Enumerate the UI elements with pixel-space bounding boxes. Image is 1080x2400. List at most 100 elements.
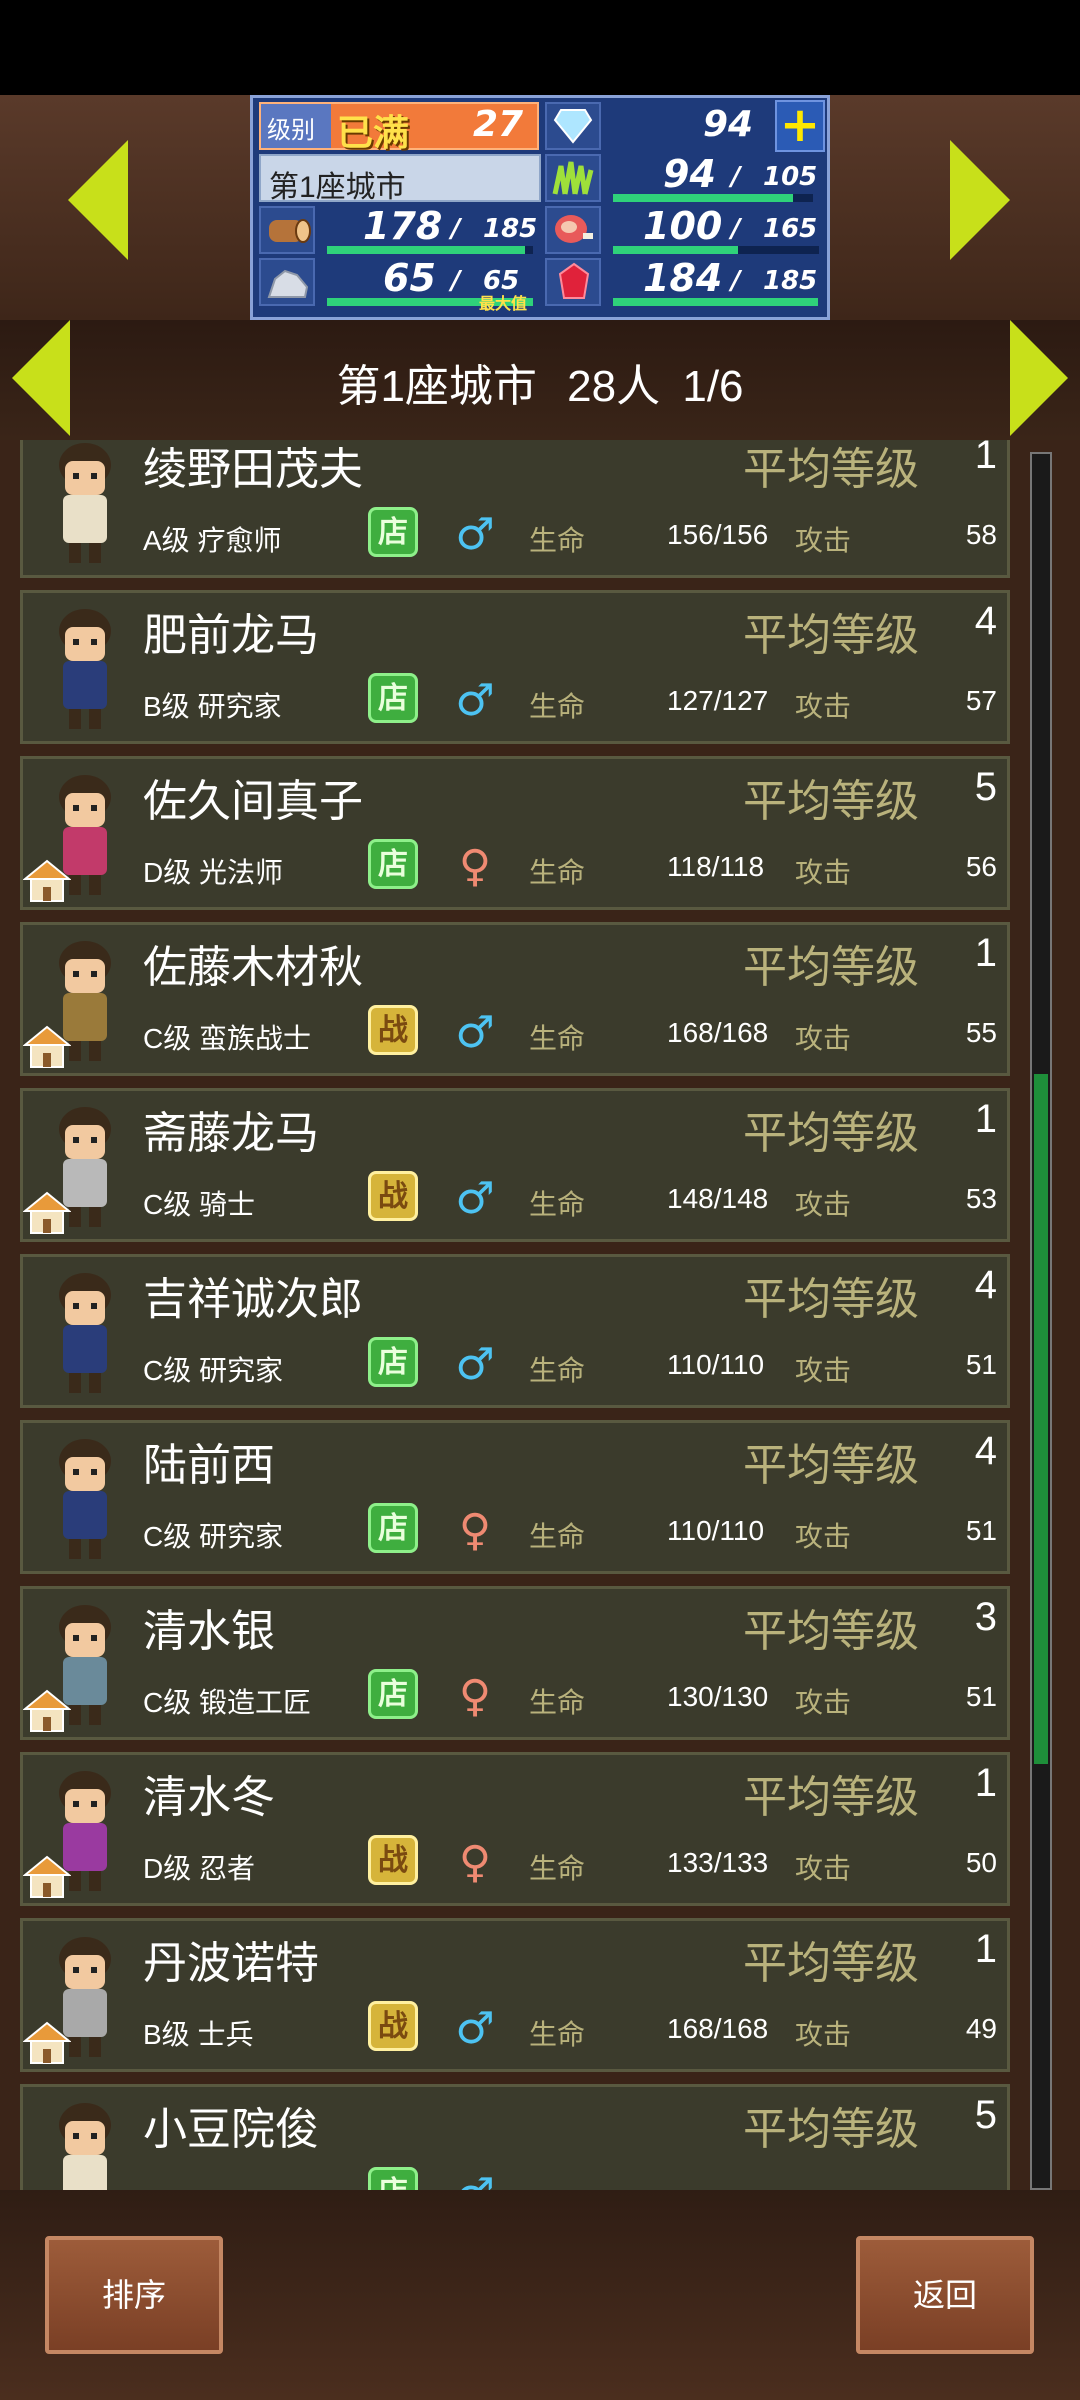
attack-value: 55 bbox=[965, 1017, 997, 1048]
home-icon bbox=[22, 859, 72, 903]
hp-label: 生命 bbox=[529, 1023, 586, 1054]
resident-name: 绫野田茂夫 bbox=[143, 445, 363, 494]
hp-value: 148/148 bbox=[667, 1183, 769, 1214]
attack-value: 56 bbox=[965, 851, 997, 882]
male-icon: ♂ bbox=[455, 2003, 495, 2054]
male-icon: ♂ bbox=[455, 1339, 495, 1390]
resident-level: 1 bbox=[974, 931, 997, 975]
male-icon: ♂ bbox=[455, 2167, 495, 2190]
hp-value: 127/127 bbox=[667, 685, 769, 716]
battle-badge: 战 bbox=[368, 1005, 418, 1055]
resident-level: 5 bbox=[974, 765, 997, 809]
hp-value: 156/156 bbox=[667, 519, 769, 550]
shop-badge: 店 bbox=[368, 839, 418, 889]
character-avatar bbox=[35, 440, 135, 571]
resident-class: D级 忍者 bbox=[143, 1853, 256, 1884]
hp-label: 生命 bbox=[529, 857, 586, 888]
gem-count: 94 bbox=[703, 104, 754, 145]
meat-icon bbox=[555, 215, 593, 243]
hp-value: 110/110 bbox=[667, 1349, 765, 1380]
resident-name: 吉祥诚次郎 bbox=[143, 1275, 363, 1324]
wood-icon-box bbox=[259, 206, 315, 254]
resident-name: 肥前龙马 bbox=[143, 611, 319, 660]
character-avatar bbox=[35, 2095, 135, 2190]
stone-current: 65 bbox=[383, 256, 436, 300]
back-button[interactable]: 返回 bbox=[856, 2236, 1034, 2354]
resident-class: D级 光法师 bbox=[143, 857, 284, 888]
hp-value: 133/133 bbox=[667, 1847, 769, 1878]
resident-row[interactable]: 斋藤龙马 平均等级 1 C级 骑士 战 ♂ 生命 148/148 攻击 53 bbox=[20, 1088, 1010, 1242]
grass-icon bbox=[552, 161, 594, 195]
shop-badge: 店 bbox=[368, 1337, 418, 1387]
character-avatar bbox=[35, 1431, 135, 1567]
attack-label: 攻击 bbox=[795, 1521, 852, 1552]
scrollbar-thumb[interactable] bbox=[1034, 1074, 1048, 1764]
shop-badge: 店 bbox=[368, 1503, 418, 1553]
resident-row[interactable]: 丹波诺特 平均等级 1 B级 士兵 战 ♂ 生命 168/168 攻击 49 bbox=[20, 1918, 1010, 2072]
prev-city-arrow-icon[interactable] bbox=[68, 140, 128, 260]
resident-level: 5 bbox=[974, 2093, 997, 2137]
avg-level-label: 平均等级 bbox=[743, 777, 919, 826]
resident-row[interactable]: 小豆院俊 平均等级 5 店 ♂ bbox=[20, 2084, 1010, 2190]
male-icon: ♂ bbox=[455, 1007, 495, 1058]
buy-gem-button[interactable]: + bbox=[775, 100, 825, 152]
character-avatar bbox=[35, 1265, 135, 1401]
avg-level-label: 平均等级 bbox=[743, 1939, 919, 1988]
home-icon bbox=[22, 1191, 72, 1235]
resident-name: 陆前西 bbox=[143, 1441, 275, 1490]
scrollbar[interactable] bbox=[1030, 452, 1052, 2190]
hp-label: 生命 bbox=[529, 1355, 586, 1386]
hp-label: 生命 bbox=[529, 1853, 586, 1884]
female-icon: ♀ bbox=[458, 1505, 492, 1556]
resident-level: 1 bbox=[974, 1761, 997, 1805]
resident-level: 1 bbox=[974, 1097, 997, 1141]
avg-level-label: 平均等级 bbox=[743, 1607, 919, 1656]
food-bar bbox=[613, 194, 793, 202]
home-icon bbox=[22, 1025, 72, 1069]
sort-label: 排序 bbox=[101, 2277, 166, 2313]
resident-row[interactable]: 吉祥诚次郎 平均等级 4 C级 研究家 店 ♂ 生命 110/110 攻击 51 bbox=[20, 1254, 1010, 1408]
resident-class: C级 骑士 bbox=[143, 1189, 256, 1220]
food-slash: / bbox=[731, 162, 741, 192]
resident-row[interactable]: 佐久间真子 平均等级 5 D级 光法师 店 ♀ 生命 118/118 攻击 56 bbox=[20, 756, 1010, 910]
female-icon: ♀ bbox=[458, 1837, 492, 1888]
hp-value: 168/168 bbox=[667, 1017, 769, 1048]
attack-label: 攻击 bbox=[795, 1687, 852, 1718]
shop-badge: 店 bbox=[368, 673, 418, 723]
resident-row[interactable]: 佐藤木材秋 平均等级 1 C级 蛮族战士 战 ♂ 生命 168/168 攻击 55 bbox=[20, 922, 1010, 1076]
resident-level: 1 bbox=[974, 1927, 997, 1971]
resident-row[interactable]: 绫野田茂夫 平均等级 1 A级 疗愈师 店 ♂ 生命 156/156 攻击 58 bbox=[20, 440, 1010, 578]
ruby-icon-box bbox=[545, 258, 601, 306]
header-count: 28人 bbox=[567, 362, 661, 411]
character-avatar bbox=[35, 601, 135, 737]
resident-level: 1 bbox=[974, 440, 997, 477]
hp-value: 130/130 bbox=[667, 1681, 769, 1712]
battle-badge: 战 bbox=[368, 1171, 418, 1221]
home-icon bbox=[22, 2021, 72, 2065]
attack-value: 51 bbox=[965, 1349, 997, 1380]
resident-row[interactable]: 清水冬 平均等级 1 D级 忍者 战 ♀ 生命 133/133 攻击 50 bbox=[20, 1752, 1010, 1906]
hp-label: 生命 bbox=[529, 1521, 586, 1552]
next-city-arrow-icon[interactable] bbox=[950, 140, 1010, 260]
attack-value: 51 bbox=[965, 1681, 997, 1712]
resident-row[interactable]: 陆前西 平均等级 4 C级 研究家 店 ♀ 生命 110/110 攻击 51 bbox=[20, 1420, 1010, 1574]
resident-list[interactable]: 绫野田茂夫 平均等级 1 A级 疗愈师店 ♂ 生命 156/156 攻击 58 肥前龙马 平均等级 4… bbox=[14, 440, 1014, 2190]
meat-icon-box bbox=[545, 206, 601, 254]
resident-row[interactable]: 清水银 平均等级 3 C级 锻造工匠 店 ♀ 生命 130/130 攻击 51 bbox=[20, 1586, 1010, 1740]
attack-label: 攻击 bbox=[795, 1355, 852, 1386]
hp-value: 168/168 bbox=[667, 2013, 769, 2044]
attack-value: 49 bbox=[965, 2013, 997, 2044]
resident-class: B级 研究家 bbox=[143, 691, 282, 722]
sort-button[interactable]: 排序 bbox=[45, 2236, 223, 2354]
hp-label: 生命 bbox=[529, 525, 586, 556]
resident-row[interactable]: 肥前龙马 平均等级 4 B级 研究家 店 ♂ 生命 127/127 攻击 57 bbox=[20, 590, 1010, 744]
avg-level-label: 平均等级 bbox=[743, 445, 919, 494]
hp-label: 生命 bbox=[529, 2019, 586, 2050]
avg-level-label: 平均等级 bbox=[743, 1109, 919, 1158]
shop-badge: 店 bbox=[368, 2167, 418, 2190]
meat-slash: / bbox=[731, 214, 741, 244]
male-icon: ♂ bbox=[455, 509, 495, 560]
meat-max: 165 bbox=[763, 214, 818, 244]
hp-value: 118/118 bbox=[667, 851, 765, 882]
avg-level-label: 平均等级 bbox=[743, 943, 919, 992]
